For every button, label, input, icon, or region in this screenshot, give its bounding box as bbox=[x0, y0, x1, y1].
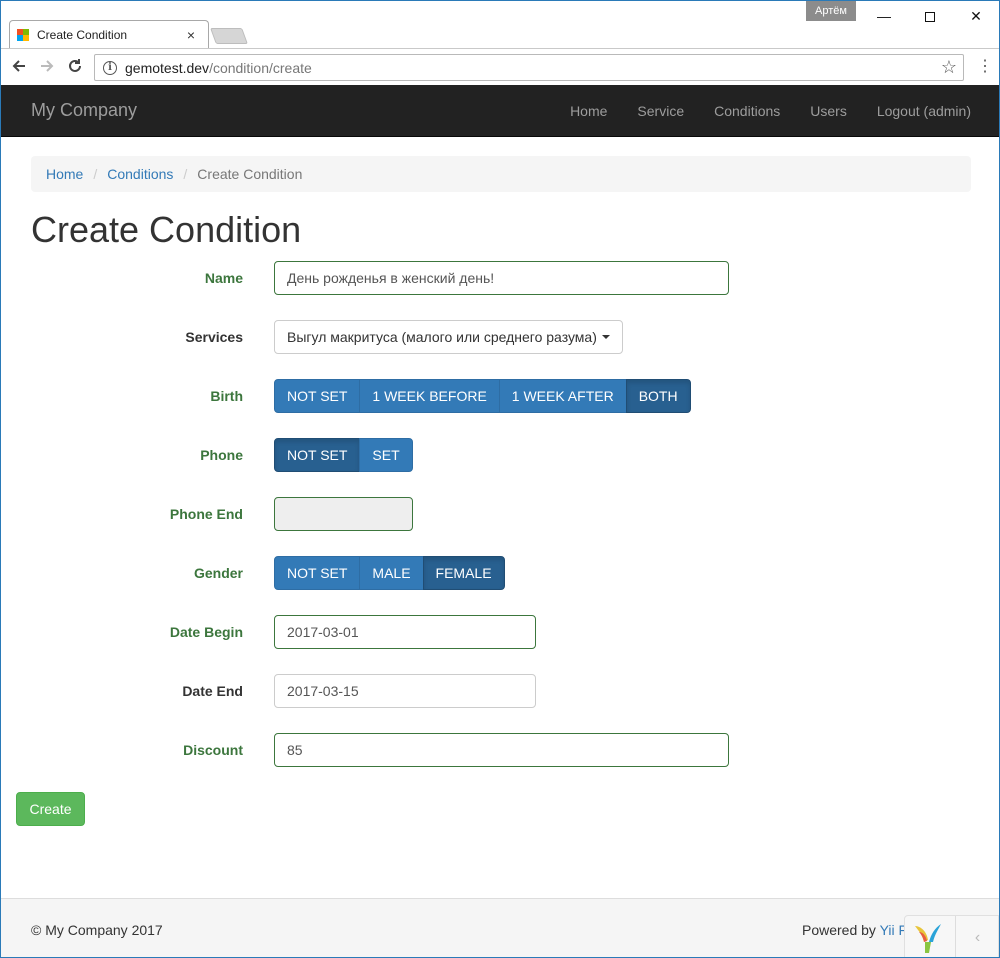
gender-option-male[interactable]: MALE bbox=[359, 556, 424, 590]
name-label: Name bbox=[204, 270, 243, 286]
form-row-birth: Birth NOT SET 1 WEEK BEFORE 1 WEEK AFTER… bbox=[1, 379, 999, 413]
url-path: /condition/create bbox=[209, 59, 312, 76]
phone-end-input[interactable] bbox=[274, 497, 413, 531]
maximize-icon bbox=[925, 12, 935, 23]
services-label: Services bbox=[185, 329, 243, 345]
caret-down-icon bbox=[601, 335, 610, 339]
form-row-date-end: Date End 2017-03-15 bbox=[1, 674, 999, 708]
footer: © My Company 2017 Powered by Yii F bbox=[1, 898, 999, 957]
minimize-button[interactable]: — bbox=[861, 1, 907, 31]
phone-option-not-set[interactable]: NOT SET bbox=[274, 438, 361, 472]
date-begin-label: Date Begin bbox=[169, 624, 243, 640]
date-begin-input[interactable]: 2017-03-01 bbox=[274, 615, 536, 649]
gender-option-not-set[interactable]: NOT SET bbox=[274, 556, 361, 590]
nav-link-service[interactable]: Service bbox=[637, 103, 684, 119]
navbar-links: Home Service Conditions Users Logout (ad… bbox=[540, 85, 971, 137]
birth-label: Birth bbox=[210, 388, 243, 404]
tab-title: Create Condition bbox=[37, 28, 128, 42]
breadcrumb-conditions[interactable]: Conditions bbox=[107, 166, 173, 182]
browser-tab-content[interactable]: Create Condition × bbox=[17, 26, 199, 44]
discount-label: Discount bbox=[183, 742, 243, 758]
back-icon[interactable] bbox=[9, 57, 29, 77]
birth-toggle-group: NOT SET 1 WEEK BEFORE 1 WEEK AFTER BOTH bbox=[274, 379, 691, 413]
debug-toolbar[interactable]: ‹ bbox=[904, 915, 999, 957]
breadcrumb-home[interactable]: Home bbox=[46, 166, 83, 182]
title-bar: Create Condition × Артём — ✕ bbox=[1, 1, 999, 48]
info-icon[interactable]: i bbox=[103, 60, 117, 75]
phone-toggle-group: NOT SET SET bbox=[274, 438, 413, 472]
reload-icon[interactable] bbox=[65, 57, 85, 77]
maximize-button[interactable] bbox=[907, 1, 953, 31]
form-row-phone: Phone NOT SET SET bbox=[1, 438, 999, 472]
chevron-left-icon[interactable]: ‹ bbox=[955, 916, 999, 957]
browser-toolbar: i gemotest.dev/condition/create ☆ ⋮ bbox=[1, 48, 999, 85]
form-row-services: Services Выгул макритуса (малого или сре… bbox=[1, 320, 999, 354]
browser-menu-icon[interactable]: ⋮ bbox=[977, 57, 993, 77]
form-row-name: Name День рожденья в женский день! bbox=[1, 261, 999, 295]
browser-window: Create Condition × Артём — ✕ i gemotest.… bbox=[0, 0, 1000, 958]
date-end-label: Date End bbox=[182, 683, 243, 699]
birth-option-week-after[interactable]: 1 WEEK AFTER bbox=[498, 379, 627, 413]
breadcrumb-separator: / bbox=[93, 166, 98, 182]
nav-link-conditions[interactable]: Conditions bbox=[714, 103, 780, 119]
footer-copyright: © My Company 2017 bbox=[31, 922, 163, 938]
create-button[interactable]: Create bbox=[16, 792, 85, 826]
phone-option-set[interactable]: SET bbox=[359, 438, 413, 472]
tab-close-icon[interactable]: × bbox=[183, 27, 199, 43]
form-row-phone-end: Phone End bbox=[1, 497, 999, 531]
navbar-brand[interactable]: My Company bbox=[31, 100, 137, 121]
powered-by-text: Powered by bbox=[802, 922, 880, 938]
services-select[interactable]: Выгул макритуса (малого или среднего раз… bbox=[274, 320, 623, 354]
birth-option-week-before[interactable]: 1 WEEK BEFORE bbox=[359, 379, 500, 413]
breadcrumb-separator: / bbox=[183, 166, 188, 182]
services-selected-value: Выгул макритуса (малого или среднего раз… bbox=[287, 329, 597, 345]
yii-framework-link[interactable]: Yii F bbox=[880, 922, 907, 938]
forward-icon[interactable] bbox=[37, 57, 57, 77]
page-title: Create Condition bbox=[31, 209, 302, 250]
form-row-gender: Gender NOT SET MALE FEMALE bbox=[1, 556, 999, 590]
address-bar[interactable]: i gemotest.dev/condition/create ☆ bbox=[94, 54, 964, 81]
favicon-icon bbox=[17, 29, 29, 41]
form-row-date-begin: Date Begin 2017-03-01 bbox=[1, 615, 999, 649]
footer-powered-by: Powered by Yii F bbox=[802, 922, 907, 938]
new-tab-button[interactable] bbox=[210, 28, 248, 44]
birth-option-both[interactable]: BOTH bbox=[625, 379, 691, 413]
phone-label: Phone bbox=[200, 447, 243, 463]
breadcrumb-current: Create Condition bbox=[197, 166, 303, 182]
nav-link-logout[interactable]: Logout (admin) bbox=[877, 103, 971, 119]
gender-toggle-group: NOT SET MALE FEMALE bbox=[274, 556, 505, 590]
bookmark-star-icon[interactable]: ☆ bbox=[941, 57, 957, 78]
gender-option-female[interactable]: FEMALE bbox=[422, 556, 505, 590]
form-row-discount: Discount 85 bbox=[1, 733, 999, 767]
profile-badge[interactable]: Артём bbox=[806, 1, 856, 21]
phone-end-label: Phone End bbox=[169, 506, 243, 522]
nav-link-users[interactable]: Users bbox=[810, 103, 847, 119]
breadcrumb: Home / Conditions / Create Condition bbox=[31, 156, 971, 192]
birth-option-not-set[interactable]: NOT SET bbox=[274, 379, 361, 413]
gender-label: Gender bbox=[193, 565, 243, 581]
nav-link-home[interactable]: Home bbox=[570, 103, 607, 119]
close-window-button[interactable]: ✕ bbox=[953, 1, 999, 31]
discount-input[interactable]: 85 bbox=[274, 733, 729, 767]
date-end-input[interactable]: 2017-03-15 bbox=[274, 674, 536, 708]
url-host: gemotest.dev bbox=[125, 59, 210, 76]
navbar: My Company Home Service Conditions Users… bbox=[1, 85, 999, 137]
yii-logo-icon[interactable] bbox=[913, 922, 943, 954]
name-input[interactable]: День рожденья в женский день! bbox=[274, 261, 729, 295]
